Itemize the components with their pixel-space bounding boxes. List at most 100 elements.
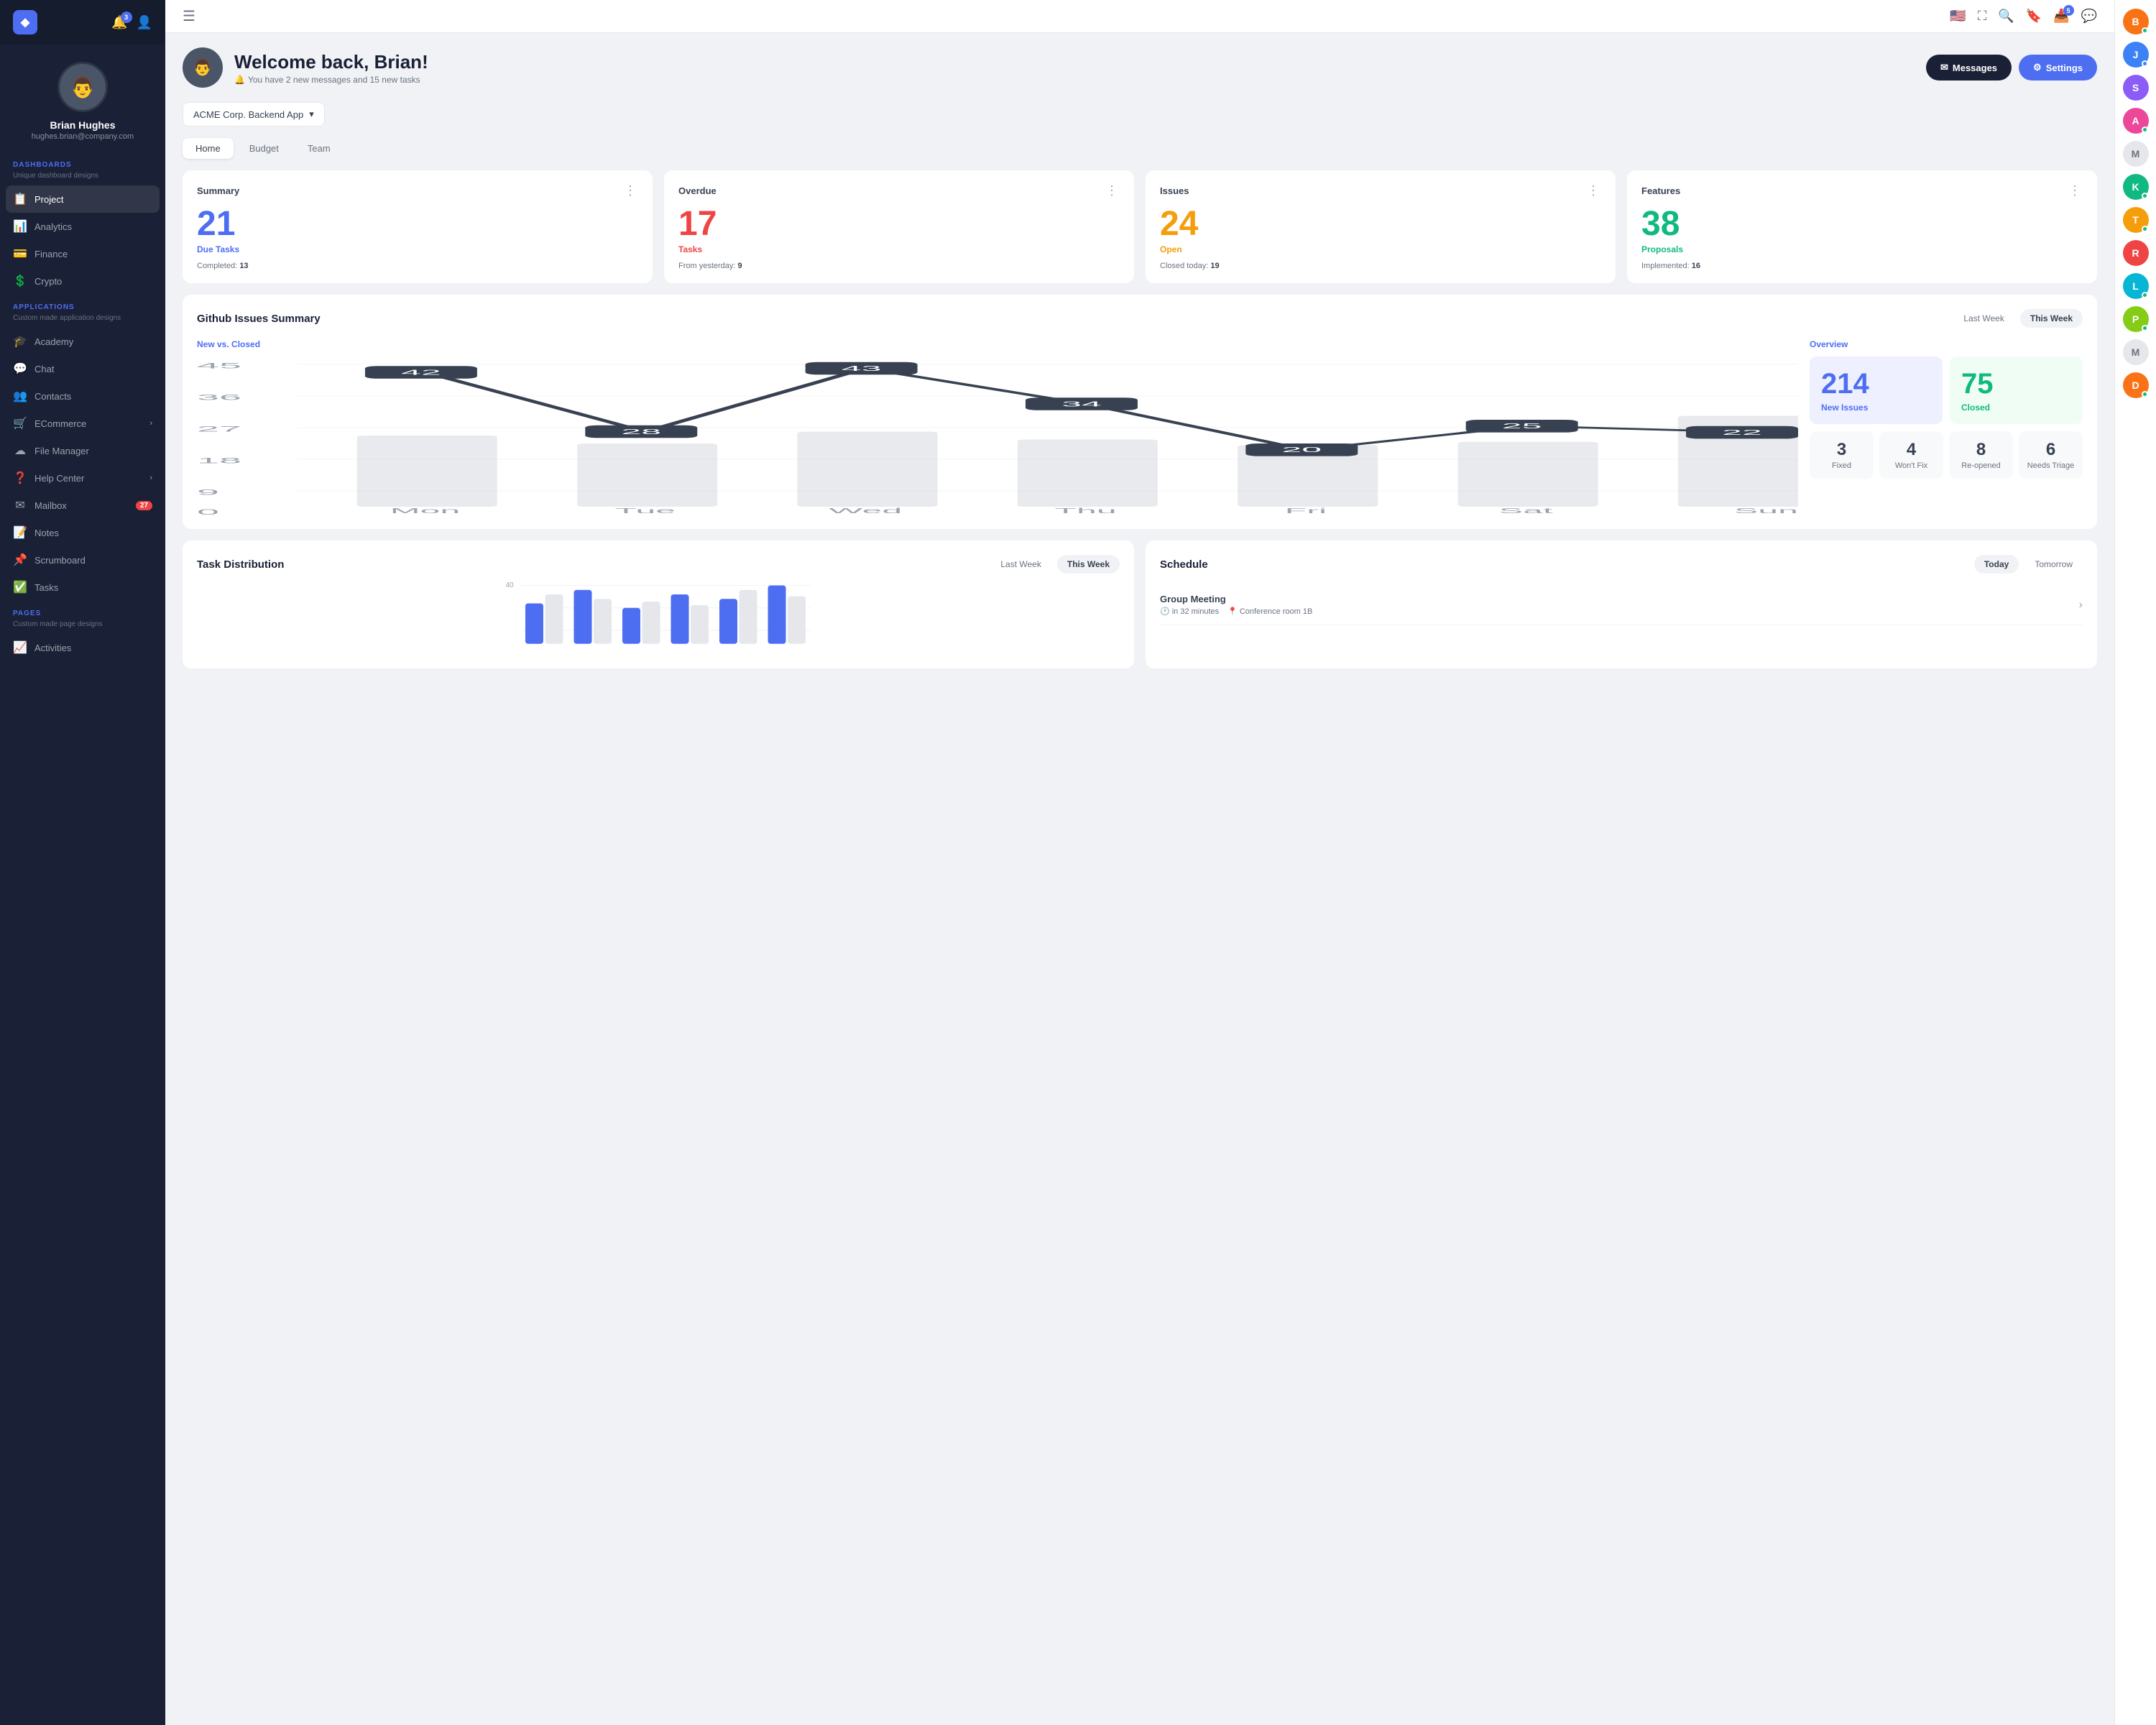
stat-wontfix-number: 4 bbox=[1885, 440, 1938, 460]
stat-reopened-label: Re-opened bbox=[1955, 461, 2007, 470]
overview-area: Overview 214 New Issues 75 Closed bbox=[1810, 339, 2083, 515]
tab-budget[interactable]: Budget bbox=[236, 138, 292, 159]
card-title: Issues bbox=[1160, 185, 1189, 196]
last-week-button[interactable]: Last Week bbox=[1953, 309, 2014, 328]
stat-triage-number: 6 bbox=[2024, 440, 2077, 460]
this-week-button[interactable]: This Week bbox=[2020, 309, 2083, 328]
today-button[interactable]: Today bbox=[1974, 555, 2019, 574]
right-avatar-7[interactable]: T bbox=[2123, 207, 2149, 233]
features-number: 38 bbox=[1641, 207, 2083, 242]
welcome-actions: ✉ Messages ⚙ Settings bbox=[1926, 55, 2097, 80]
sidebar-header: ◆ 🔔 3 👤 bbox=[0, 0, 165, 45]
contacts-icon: 👥 bbox=[13, 389, 27, 403]
schedule-chevron-icon[interactable]: › bbox=[2079, 599, 2083, 612]
schedule-item-left: Group Meeting 🕐 in 32 minutes 📍 Conferen… bbox=[1160, 594, 1312, 616]
right-avatar-3[interactable]: S bbox=[2123, 75, 2149, 101]
card-menu-button[interactable]: ⋮ bbox=[2068, 183, 2083, 198]
card-title: Summary bbox=[197, 185, 239, 196]
right-avatar-8[interactable]: R bbox=[2123, 240, 2149, 266]
sidebar-item-scrumboard[interactable]: 📌 Scrumboard bbox=[0, 546, 165, 574]
schedule-item: Group Meeting 🕐 in 32 minutes 📍 Conferen… bbox=[1160, 585, 2083, 625]
stat-reopened-number: 8 bbox=[1955, 440, 2007, 460]
topbar-right: 🇺🇸 ⛶ 🔍 🔖 📥 5 💬 bbox=[1950, 9, 2097, 24]
profile-email: hughes.brian@company.com bbox=[32, 132, 134, 141]
header-icons: 🔔 3 👤 bbox=[111, 15, 152, 30]
right-avatar-6[interactable]: K bbox=[2123, 174, 2149, 200]
bookmark-button[interactable]: 🔖 bbox=[2026, 9, 2042, 24]
card-menu-button[interactable]: ⋮ bbox=[624, 183, 638, 198]
sidebar-item-notes[interactable]: 📝 Notes bbox=[0, 519, 165, 546]
task-this-week-button[interactable]: This Week bbox=[1057, 555, 1120, 574]
dashboard-tabs: Home Budget Team bbox=[183, 138, 2097, 159]
tomorrow-button[interactable]: Tomorrow bbox=[2024, 555, 2083, 574]
sidebar-item-filemanager[interactable]: ☁ File Manager bbox=[0, 437, 165, 464]
crypto-icon: 💲 bbox=[13, 274, 27, 288]
chevron-right-icon: › bbox=[149, 419, 152, 428]
issues-footer: Closed today: 19 bbox=[1160, 262, 1601, 270]
right-avatar-5[interactable]: M bbox=[2123, 141, 2149, 167]
issues-number: 24 bbox=[1160, 207, 1601, 242]
helpcenter-icon: ❓ bbox=[13, 471, 27, 485]
right-avatar-10[interactable]: P bbox=[2123, 306, 2149, 332]
sidebar-item-activities[interactable]: 📈 Activities bbox=[0, 634, 165, 661]
sidebar-item-label: Project bbox=[34, 194, 63, 205]
expand-button[interactable]: ⛶ bbox=[1978, 9, 1987, 24]
notes-icon: 📝 bbox=[13, 525, 27, 540]
sidebar-item-tasks[interactable]: ✅ Tasks bbox=[0, 574, 165, 601]
profile-section: 👨 Brian Hughes hughes.brian@company.com bbox=[0, 45, 165, 152]
right-avatar-1[interactable]: B bbox=[2123, 9, 2149, 34]
settings-button[interactable]: ⚙ Settings bbox=[2019, 55, 2097, 80]
sidebar-item-crypto[interactable]: 💲 Crypto bbox=[0, 267, 165, 295]
svg-text:0: 0 bbox=[197, 507, 219, 515]
topbar-left: ☰ bbox=[183, 7, 195, 25]
closed-label: Closed bbox=[1961, 402, 1990, 413]
sidebar-item-mailbox[interactable]: ✉ Mailbox 27 bbox=[0, 492, 165, 519]
chart-container: 45 36 27 18 9 0 bbox=[197, 356, 1798, 515]
app-logo[interactable]: ◆ bbox=[13, 10, 37, 34]
task-dist-header: Task Distribution Last Week This Week bbox=[197, 555, 1120, 574]
right-avatar-9[interactable]: L bbox=[2123, 273, 2149, 299]
activities-icon: 📈 bbox=[13, 640, 27, 655]
tab-team[interactable]: Team bbox=[295, 138, 344, 159]
closed-number: 75 bbox=[1961, 368, 1994, 400]
sidebar-item-contacts[interactable]: 👥 Contacts bbox=[0, 382, 165, 410]
welcome-avatar: 👨 bbox=[183, 47, 223, 88]
features-footer: Implemented: 16 bbox=[1641, 262, 2083, 270]
sidebar-item-project[interactable]: 📋 Project bbox=[6, 185, 160, 213]
sidebar-item-label: ECommerce bbox=[34, 418, 86, 429]
user-menu-button[interactable]: 👤 bbox=[137, 15, 152, 30]
chat-button[interactable]: 💬 bbox=[2081, 9, 2097, 24]
card-menu-button[interactable]: ⋮ bbox=[1105, 183, 1120, 198]
svg-text:18: 18 bbox=[197, 456, 241, 465]
sidebar-item-finance[interactable]: 💳 Finance bbox=[0, 240, 165, 267]
task-last-week-button[interactable]: Last Week bbox=[990, 555, 1051, 574]
messages-button[interactable]: ✉ Messages bbox=[1926, 55, 2012, 80]
menu-button[interactable]: ☰ bbox=[183, 7, 195, 25]
svg-text:9: 9 bbox=[197, 488, 219, 497]
inbox-button[interactable]: 📥 5 bbox=[2053, 9, 2069, 24]
sidebar-item-academy[interactable]: 🎓 Academy bbox=[0, 328, 165, 355]
sidebar-item-chat[interactable]: 💬 Chat bbox=[0, 355, 165, 382]
card-menu-button[interactable]: ⋮ bbox=[1587, 183, 1601, 198]
right-avatar-12[interactable]: D bbox=[2123, 372, 2149, 398]
online-indicator bbox=[2142, 391, 2148, 397]
sidebar-item-helpcenter[interactable]: ❓ Help Center › bbox=[0, 464, 165, 492]
summary-footer: Completed: 13 bbox=[197, 262, 638, 270]
schedule-item-sub: 🕐 in 32 minutes 📍 Conference room 1B bbox=[1160, 607, 1312, 616]
right-avatar-4[interactable]: A bbox=[2123, 108, 2149, 134]
welcome-left: 👨 Welcome back, Brian! 🔔 You have 2 new … bbox=[183, 47, 428, 88]
issues-chart: 45 36 27 18 9 0 bbox=[197, 356, 1798, 515]
notifications-button[interactable]: 🔔 3 bbox=[111, 15, 127, 30]
project-selector[interactable]: ACME Corp. Backend App ▾ bbox=[183, 102, 325, 126]
tab-home[interactable]: Home bbox=[183, 138, 234, 159]
sidebar-item-analytics[interactable]: 📊 Analytics bbox=[0, 213, 165, 240]
mailbox-badge: 27 bbox=[136, 501, 152, 510]
search-button[interactable]: 🔍 bbox=[1998, 9, 2014, 24]
svg-text:Wed: Wed bbox=[829, 507, 902, 515]
right-avatar-2[interactable]: J bbox=[2123, 42, 2149, 68]
flag-button[interactable]: 🇺🇸 bbox=[1950, 9, 1966, 24]
profile-name: Brian Hughes bbox=[50, 119, 115, 131]
sidebar-item-ecommerce[interactable]: 🛒 ECommerce › bbox=[0, 410, 165, 437]
right-avatar-11[interactable]: M bbox=[2123, 339, 2149, 365]
stat-fixed-label: Fixed bbox=[1815, 461, 1868, 470]
